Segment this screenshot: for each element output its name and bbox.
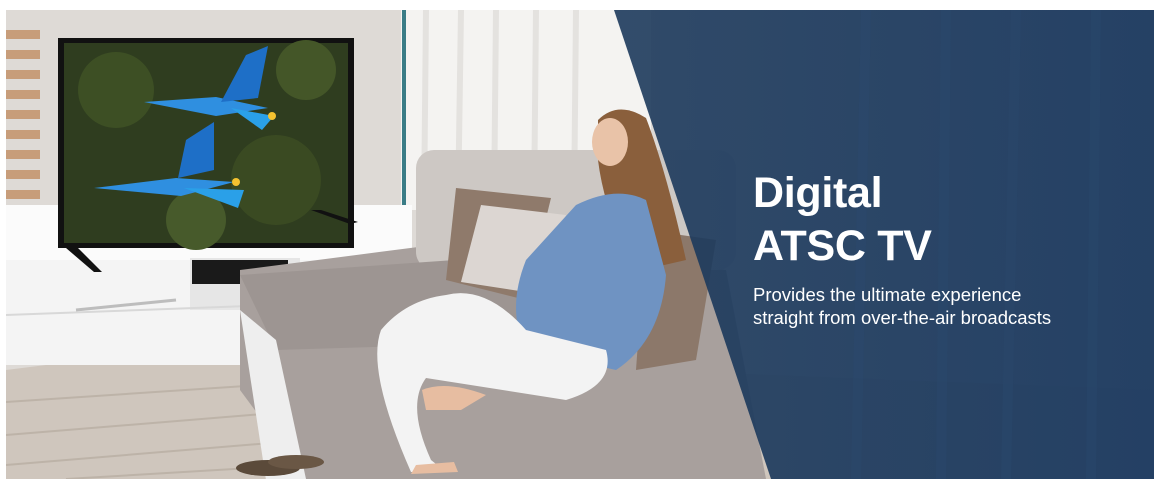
headline: Digital ATSC TV — [753, 167, 932, 273]
subtitle-line-2: straight from over-the-air broadcasts — [753, 307, 1052, 328]
hero-banner: Digital ATSC TV Provides the ultimate ex… — [6, 10, 1154, 479]
headline-line-2: ATSC TV — [753, 222, 932, 270]
subtitle: Provides the ultimate experience straigh… — [753, 283, 1133, 329]
subtitle-line-1: Provides the ultimate experience — [753, 284, 1022, 305]
blue-overlay-panel — [614, 10, 1154, 479]
headline-line-1: Digital — [753, 169, 883, 217]
